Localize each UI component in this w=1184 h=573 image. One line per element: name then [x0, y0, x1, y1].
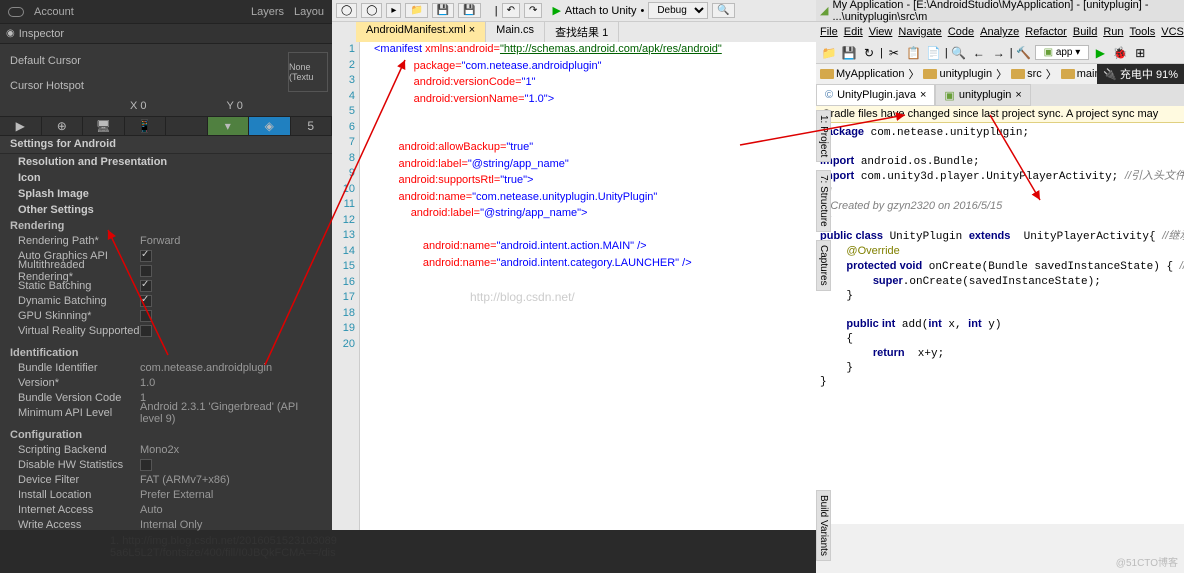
platform-web-icon[interactable]: ⊕: [42, 117, 84, 135]
watermark: http://blog.csdn.net/: [470, 290, 575, 304]
account-dropdown[interactable]: Account: [34, 6, 74, 18]
tab-main[interactable]: Main.cs: [486, 22, 545, 42]
project-tool[interactable]: 1: Project: [816, 110, 831, 162]
icon-section[interactable]: Icon: [0, 170, 332, 186]
run-config-dropdown[interactable]: ▣ app ▾: [1035, 45, 1090, 60]
as-menu-bar: FileEditViewNavigateCodeAnalyzeRefactorB…: [816, 22, 1184, 42]
platform-ios-icon[interactable]: 📱: [125, 117, 167, 135]
platform-tizen-icon[interactable]: ◈: [249, 117, 291, 135]
nav-fwd-icon[interactable]: ◯: [361, 3, 382, 18]
platform-html5-icon[interactable]: 5: [291, 117, 333, 135]
captures-tool[interactable]: Captures: [816, 240, 831, 291]
undo-icon[interactable]: ↶: [502, 3, 520, 18]
splash-section[interactable]: Splash Image: [0, 186, 332, 202]
find-icon[interactable]: 🔍: [712, 3, 734, 18]
attach-button[interactable]: Attach to Unity: [565, 5, 637, 17]
save-all-icon[interactable]: 💾: [458, 3, 480, 18]
identification-header: Identification: [10, 347, 78, 359]
gradle-sync-notice[interactable]: Gradle files have changed since last pro…: [816, 106, 1184, 123]
unity-top-bar: Account Layers Layou: [0, 0, 332, 24]
copy-icon[interactable]: 📋: [905, 44, 923, 62]
cursor-hotspot-row: Cursor Hotspot: [0, 76, 332, 96]
vs-tabs: AndroidManifest.xml × Main.cs 查找结果 1: [332, 22, 816, 42]
layout-dropdown[interactable]: Layou: [294, 6, 324, 18]
as-title-bar: ◢ My Application - [E:\AndroidStudio\MyA…: [816, 0, 1184, 22]
battery-indicator: 🔌 充电中 91%: [1097, 64, 1184, 84]
x-field[interactable]: X 0: [130, 100, 147, 112]
platform-pc-icon[interactable]: 🖥: [83, 117, 125, 135]
y-field[interactable]: Y 0: [227, 100, 243, 112]
cursor-hotspot-label: Cursor Hotspot: [10, 80, 84, 92]
open-icon[interactable]: 📁: [405, 3, 427, 18]
close-icon[interactable]: ×: [469, 24, 475, 36]
configuration-header: Configuration: [10, 429, 82, 441]
save-icon[interactable]: 💾: [432, 3, 454, 18]
line-gutter: 1234567891011121314151617181920: [332, 42, 360, 530]
cut-icon[interactable]: ✂: [885, 44, 903, 62]
platform-default-icon[interactable]: ▶: [0, 117, 42, 135]
more-icon[interactable]: ⊞: [1131, 44, 1149, 62]
build-icon[interactable]: 🔨: [1015, 44, 1033, 62]
layers-dropdown[interactable]: Layers: [251, 6, 284, 18]
resolution-section[interactable]: Resolution and Presentation: [0, 154, 332, 170]
find-icon[interactable]: 🔍: [950, 44, 968, 62]
variants-tool[interactable]: Build Variants: [816, 490, 831, 561]
footer: 1. http://img.blog.csdn.net/201605152310…: [110, 535, 337, 559]
unity-inspector-panel: Account Layers Layou Inspector Default C…: [0, 0, 332, 530]
redo-icon[interactable]: ↷: [524, 3, 542, 18]
run-icon[interactable]: ▶: [1091, 44, 1109, 62]
texture-none-box[interactable]: None (Textu: [288, 52, 328, 92]
rendering-header: Rendering: [10, 220, 64, 232]
open-icon[interactable]: 📁: [820, 44, 838, 62]
debug-icon[interactable]: 🐞: [1111, 44, 1129, 62]
as-toolbar: 📁 💾 ↻ | ✂ 📋 📄 | 🔍 ← → | 🔨 ▣ app ▾ ▶ 🐞 ⊞: [816, 42, 1184, 64]
settings-android-header: Settings for Android: [0, 136, 332, 154]
android-studio-panel: ◢ My Application - [E:\AndroidStudio\MyA…: [816, 0, 1184, 573]
cursor-section: Default Cursor: [0, 44, 332, 76]
inspector-header[interactable]: Inspector: [0, 24, 332, 44]
other-settings-section[interactable]: Other Settings: [0, 202, 332, 218]
structure-tool[interactable]: 7: Structure: [816, 170, 831, 232]
platform-icons: ▶ ⊕ 🖥 📱 ▾ ◈ 5: [0, 116, 332, 136]
back-icon[interactable]: ←: [970, 44, 988, 62]
java-code[interactable]: package com.netease.unityplugin; import …: [816, 123, 1184, 524]
tab-manifest[interactable]: AndroidManifest.xml ×: [356, 22, 486, 42]
platform-android-icon[interactable]: ▾: [208, 117, 250, 135]
xml-code[interactable]: <manifest xmlns:android="http://schemas.…: [360, 42, 816, 530]
tab-unityplugin-java[interactable]: ©UnityPlugin.java ×: [816, 84, 935, 106]
config-dropdown[interactable]: Debug: [648, 2, 708, 19]
nav-back-icon[interactable]: ◯: [336, 3, 357, 18]
save-icon[interactable]: 💾: [840, 44, 858, 62]
default-cursor-label: Default Cursor: [10, 55, 140, 67]
vs-toolbar: ◯ ◯ ▸ 📁 💾 💾 | ↶ ↷ ▶ Attach to Unity • De…: [332, 0, 816, 22]
sync-icon[interactable]: ↻: [860, 44, 878, 62]
play-icon[interactable]: ▶: [552, 4, 560, 17]
fwd-icon[interactable]: →: [990, 44, 1008, 62]
android-studio-icon: ◢: [820, 4, 828, 17]
paste-icon[interactable]: 📄: [925, 44, 943, 62]
visual-studio-panel: ◯ ◯ ▸ 📁 💾 💾 | ↶ ↷ ▶ Attach to Unity • De…: [332, 0, 816, 530]
tab-unityplugin[interactable]: ▣unityplugin ×: [935, 84, 1030, 106]
platform-blackberry-icon[interactable]: [166, 117, 208, 135]
cloud-icon[interactable]: [8, 7, 24, 17]
cto-watermark: @51CTO博客: [1116, 554, 1178, 569]
tab-find-results[interactable]: 查找结果 1: [545, 22, 619, 42]
new-icon[interactable]: ▸: [386, 3, 401, 18]
